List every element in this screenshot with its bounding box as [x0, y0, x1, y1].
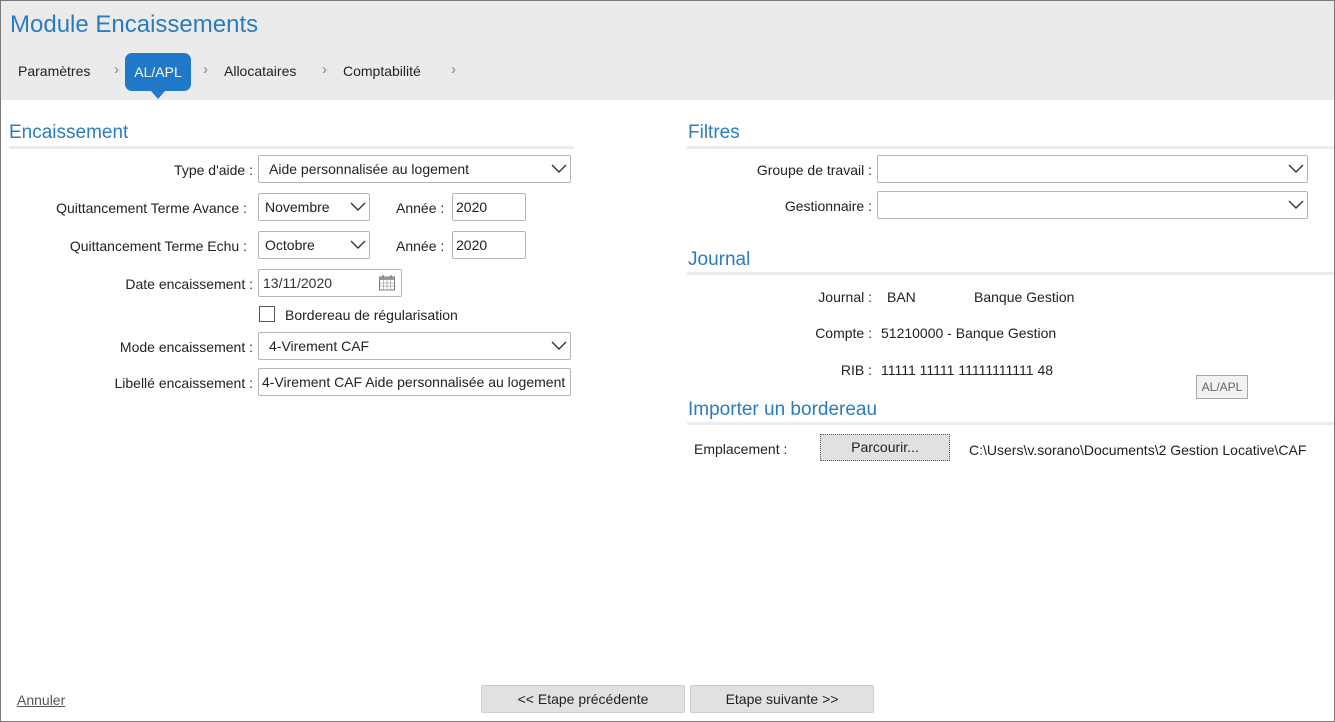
mode-encaissement-label: Mode encaissement : [119, 339, 253, 355]
date-encaissement-input[interactable]: 13/11/2020 [258, 269, 402, 297]
terme-avance-month-value: Novembre [265, 199, 330, 215]
section-divider [9, 146, 574, 149]
journal-name: Banque Gestion [974, 289, 1075, 305]
emplacement-label: Emplacement : [694, 441, 788, 457]
compte-label: Compte : [815, 325, 872, 341]
rib-label: RIB : [840, 362, 872, 378]
chevron-down-icon [551, 163, 567, 175]
chevron-down-icon [350, 239, 366, 251]
chevron-right-icon: › [322, 61, 327, 78]
calendar-icon[interactable] [378, 274, 396, 296]
section-title-encaissement: Encaissement [9, 122, 129, 143]
type-aide-label: Type d'aide : [174, 162, 253, 178]
rib-value: 11111 11111 11111111111 48 [881, 362, 1054, 378]
section-divider [687, 422, 1334, 425]
breadcrumb-step-comptabilite[interactable]: Comptabilité [343, 63, 421, 79]
previous-step-button[interactable]: << Etape précédente [481, 685, 685, 713]
al-apl-tag-button[interactable]: AL/APL [1196, 375, 1248, 399]
section-title-filtres: Filtres [688, 122, 740, 143]
journal-label: Journal : [818, 289, 872, 305]
chevron-right-icon: › [203, 61, 208, 78]
terme-echu-month-select[interactable]: Octobre [258, 231, 370, 259]
mode-encaissement-value: 4-Virement CAF [269, 338, 370, 354]
gestionnaire-select[interactable] [877, 191, 1308, 219]
chevron-right-icon: › [114, 61, 119, 78]
bordereau-regularisation-label: Bordereau de régularisation [285, 307, 458, 323]
compte-value: 51210000 - Banque Gestion [881, 325, 1057, 341]
libelle-encaissement-input[interactable]: 4-Virement CAF Aide personnalisée au log… [258, 368, 571, 396]
file-path-value: C:\Users\v.sorano\Documents\2 Gestion Lo… [969, 442, 1307, 458]
journal-code: BAN [887, 289, 916, 305]
breadcrumb-step-parametres[interactable]: Paramètres [18, 63, 90, 79]
terme-avance-month-select[interactable]: Novembre [258, 193, 370, 221]
section-title-journal: Journal [688, 249, 751, 270]
chevron-down-icon [350, 201, 366, 213]
terme-echu-year-input[interactable]: 2020 [452, 231, 526, 259]
libelle-encaissement-label: Libellé encaissement : [114, 375, 253, 391]
type-aide-select[interactable]: Aide personnalisée au logement [258, 155, 571, 183]
groupe-travail-select[interactable] [877, 155, 1308, 183]
header-bar: Module Encaissements Paramètres › AL/APL… [1, 1, 1334, 100]
chevron-down-icon [1288, 163, 1304, 175]
section-title-importer: Importer un bordereau [688, 399, 878, 420]
cancel-link[interactable]: Annuler [17, 692, 65, 708]
page-title: Module Encaissements [10, 11, 259, 38]
terme-avance-label: Quittancement Terme Avance : [56, 200, 247, 216]
groupe-travail-label: Groupe de travail : [756, 162, 872, 178]
next-step-button[interactable]: Etape suivante >> [690, 685, 874, 713]
terme-avance-year-input[interactable]: 2020 [452, 193, 526, 221]
section-divider [687, 146, 1334, 149]
breadcrumb-step-al-apl[interactable]: AL/APL [125, 53, 191, 99]
window-frame [0, 0, 1335, 722]
browse-button[interactable]: Parcourir... [820, 434, 950, 461]
chevron-right-icon: › [451, 61, 456, 78]
date-encaissement-value: 13/11/2020 [263, 275, 333, 291]
chevron-down-icon [551, 340, 567, 352]
terme-avance-year-label: Année : [396, 200, 445, 216]
terme-echu-label: Quittancement Terme Echu : [69, 238, 247, 254]
mode-encaissement-select[interactable]: 4-Virement CAF [258, 332, 571, 360]
terme-echu-month-value: Octobre [265, 237, 315, 253]
section-divider [687, 272, 1334, 275]
bordereau-regularisation-checkbox[interactable] [259, 306, 275, 322]
terme-echu-year-label: Année : [396, 238, 445, 254]
type-aide-value: Aide personnalisée au logement [269, 161, 470, 177]
breadcrumb-step-allocataires[interactable]: Allocataires [224, 63, 296, 79]
chevron-down-icon [1288, 199, 1304, 211]
date-encaissement-label: Date encaissement : [125, 276, 253, 292]
gestionnaire-label: Gestionnaire : [784, 198, 872, 214]
